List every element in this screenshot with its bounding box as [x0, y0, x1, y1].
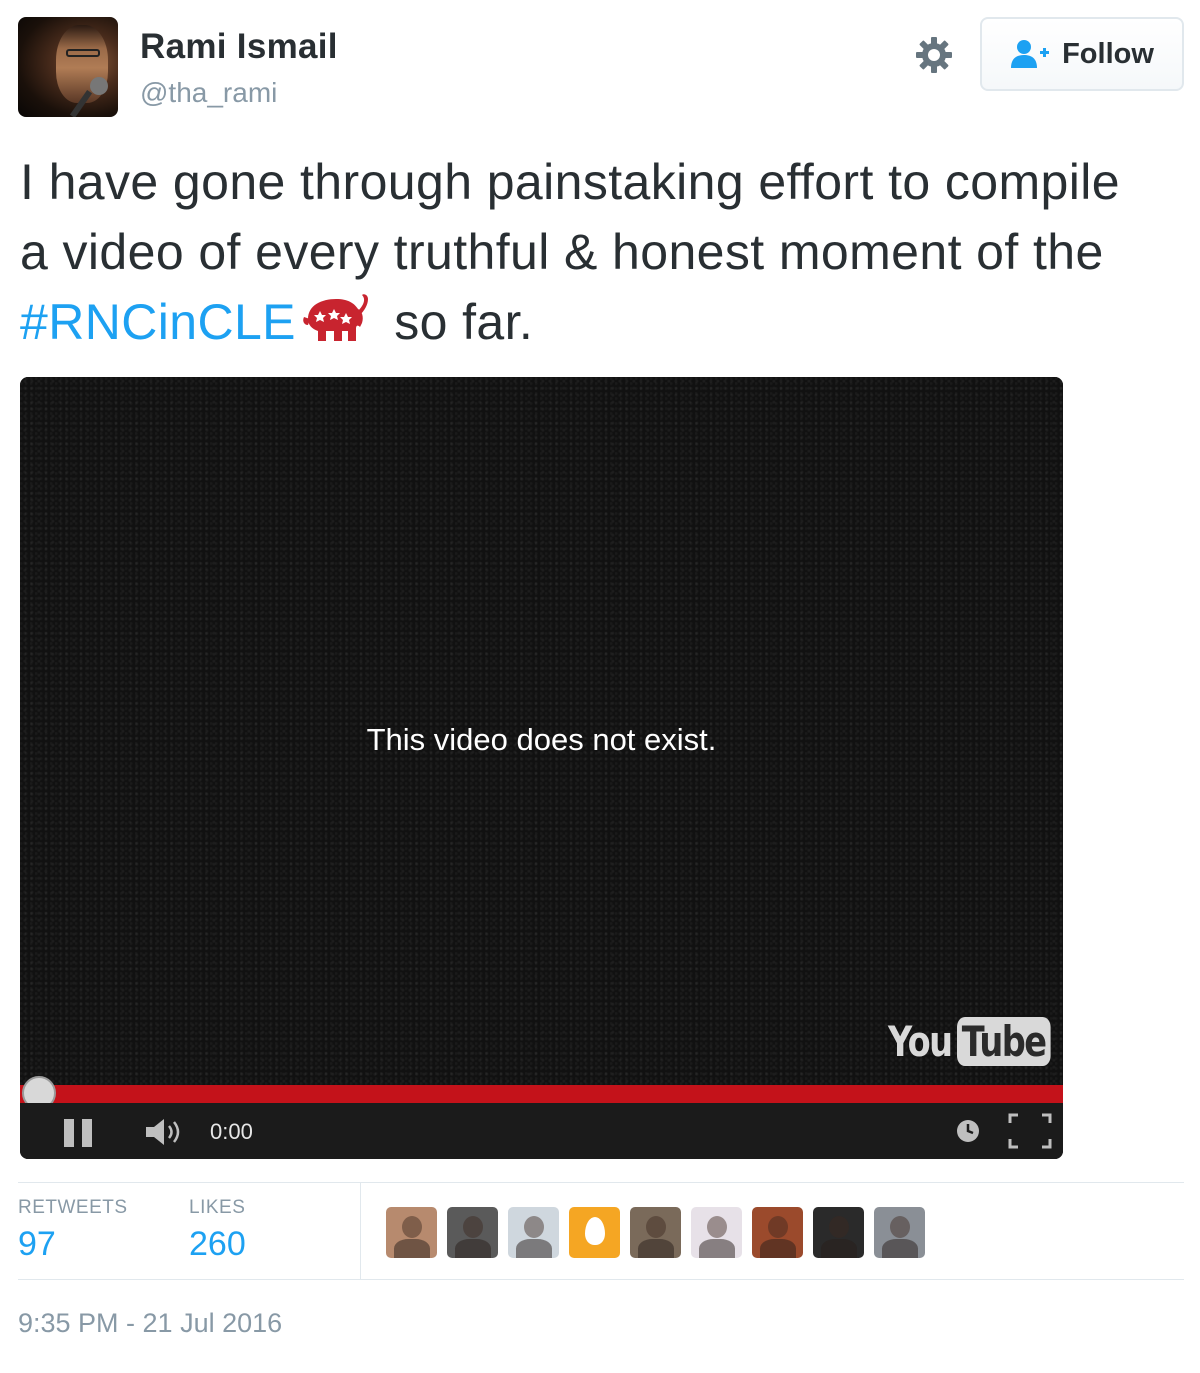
youtube-logo-tube: Tube	[957, 1017, 1051, 1066]
retweets-count: 97	[18, 1225, 56, 1263]
hashtag-link[interactable]: #RNCinCLE	[20, 294, 296, 350]
avatar[interactable]	[18, 17, 118, 117]
youtube-logo-you: You	[888, 1017, 953, 1066]
player-controls: 0:00	[20, 1103, 1063, 1159]
youtube-logo[interactable]: You Tube	[888, 1017, 1063, 1066]
liker-avatar[interactable]	[569, 1207, 620, 1258]
pause-icon[interactable]	[64, 1119, 94, 1147]
liker-avatar[interactable]	[386, 1207, 437, 1258]
retweets-label: RETWEETS	[18, 1197, 128, 1218]
follow-label: Follow	[1062, 37, 1154, 70]
follow-button[interactable]: Follow	[980, 17, 1184, 91]
display-name[interactable]: Rami Ismail	[140, 27, 338, 67]
youtube-video-player[interactable]: This video does not exist. You Tube 0:00	[20, 377, 1063, 1159]
tweet-stats: RETWEETS 97 LIKES 260	[18, 1182, 1184, 1280]
elephant-icon	[303, 294, 368, 341]
tweet-text-start: I have gone through painstaking effort t…	[20, 154, 1120, 280]
likes-stat[interactable]: LIKES 260	[189, 1197, 246, 1264]
liker-avatar[interactable]	[813, 1207, 864, 1258]
watch-later-icon[interactable]	[956, 1119, 980, 1143]
gear-icon[interactable]	[914, 35, 954, 75]
tweet-text: I have gone through painstaking effort t…	[20, 147, 1120, 357]
likes-count: 260	[189, 1225, 246, 1263]
fullscreen-icon[interactable]	[1008, 1113, 1052, 1149]
tweet-timestamp[interactable]: 9:35 PM - 21 Jul 2016	[18, 1308, 282, 1339]
video-message: This video does not exist.	[366, 722, 717, 757]
liker-avatar[interactable]	[447, 1207, 498, 1258]
tweet-header: Rami Ismail @tha_rami Follow	[18, 17, 1184, 117]
progress-bar[interactable]	[20, 1085, 1063, 1103]
retweets-stat[interactable]: RETWEETS 97	[18, 1197, 128, 1264]
liker-avatar[interactable]	[630, 1207, 681, 1258]
tweet-text-end: so far.	[379, 294, 534, 350]
add-user-icon	[1011, 40, 1050, 68]
liker-avatar[interactable]	[508, 1207, 559, 1258]
liker-avatar[interactable]	[752, 1207, 803, 1258]
liker-avatar[interactable]	[691, 1207, 742, 1258]
stats-divider	[360, 1183, 361, 1280]
liker-avatars	[386, 1207, 925, 1258]
video-time: 0:00	[210, 1119, 253, 1144]
likes-label: LIKES	[189, 1197, 246, 1218]
liker-avatar[interactable]	[874, 1207, 925, 1258]
volume-icon[interactable]	[144, 1117, 184, 1147]
screen-name[interactable]: @tha_rami	[140, 77, 277, 109]
